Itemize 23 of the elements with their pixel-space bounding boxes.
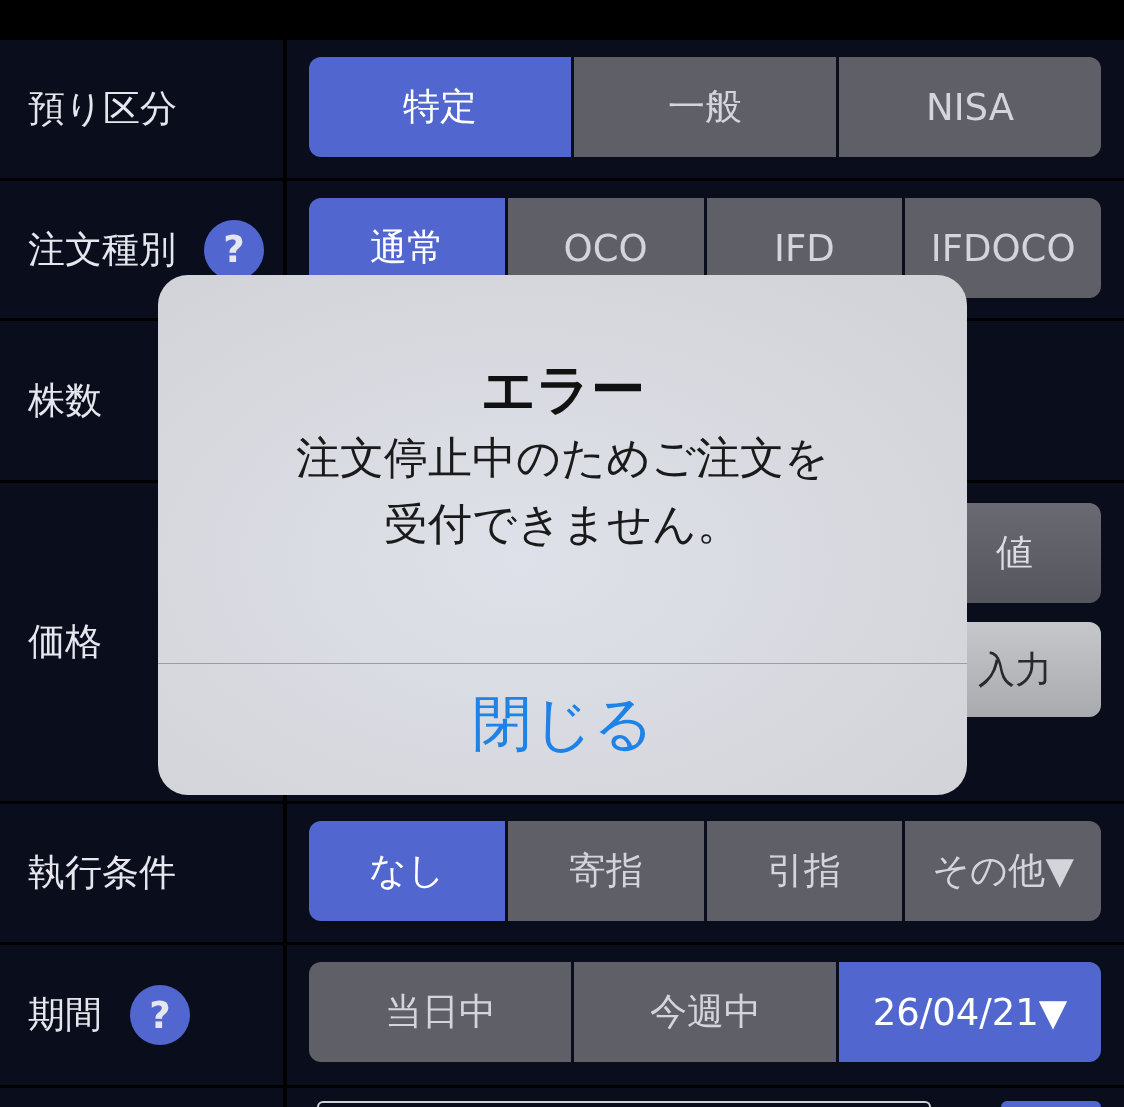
segment-button[interactable]: NISA	[839, 57, 1101, 157]
segment-button[interactable]: IFDOCO	[905, 198, 1101, 298]
segment-button[interactable]: 26/04/21▼	[839, 962, 1101, 1062]
field-label: 期間	[28, 992, 102, 1038]
segment-button[interactable]: その他▼	[905, 821, 1101, 921]
help-icon[interactable]: ?	[130, 985, 190, 1045]
action-button[interactable]	[1001, 1101, 1101, 1107]
segment-button[interactable]: 一般	[574, 57, 836, 157]
field-label: 注文種別	[28, 226, 176, 273]
input-field[interactable]	[317, 1101, 931, 1107]
dialog-title: エラー	[480, 357, 645, 423]
field-label: 株数	[28, 377, 102, 424]
field-label: 執行条件	[28, 850, 176, 896]
dialog-message: 注文停止中のためご注文を 受付できません。	[296, 431, 829, 551]
segment-button[interactable]: 引指	[706, 821, 903, 921]
field-label: 預り区分	[28, 86, 177, 132]
segment-button[interactable]: なし	[309, 821, 505, 921]
close-button[interactable]: 閉じる	[158, 664, 967, 795]
segment-button[interactable]: 当日中	[309, 962, 571, 1062]
field-label: 価格	[28, 619, 102, 665]
segment-button[interactable]: 寄指	[507, 821, 704, 921]
segment-button[interactable]: 特定	[309, 57, 571, 157]
segment-button[interactable]: 今週中	[574, 962, 836, 1062]
